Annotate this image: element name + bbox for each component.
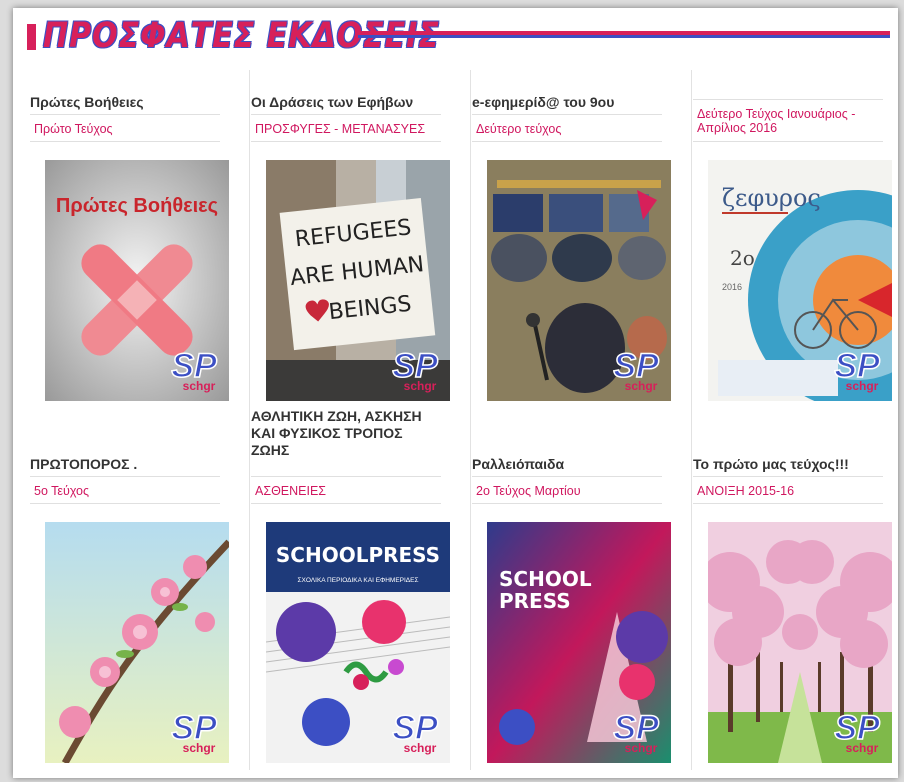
issue-link[interactable]: ΠΡΟΣΦΥΓΕΣ - ΜΕΤΑΝΑΣΥΕΣ (255, 122, 443, 136)
publication-title[interactable]: ΠΡΩΤΟΠΟΡΟΣ . (30, 456, 222, 473)
divider (472, 114, 662, 115)
svg-text:2ο: 2ο (730, 246, 755, 270)
divider (472, 476, 662, 477)
issue-link[interactable]: ΑΝΟΙΞΗ 2015-16 (697, 484, 885, 498)
svg-text:PRESS: PRESS (499, 589, 571, 613)
issue-link[interactable]: Δεύτερο Τεύχος Ιανουάριος - Απρίλιος 201… (697, 107, 885, 135)
sp-logo: SPschgr (613, 346, 660, 393)
sp-logo: SPschgr (834, 708, 881, 755)
sp-logo: SPschgr (834, 346, 881, 393)
publication-title[interactable]: Πρώτες Βοήθειες (30, 94, 222, 111)
publication-title[interactable]: ΑΘΛΗΤΙΚΗ ΖΩΗ, ΑΣΚΗΣΗ ΚΑΙ ΦΥΣΙΚΟΣ ΤΡΟΠΟΣ … (251, 408, 443, 459)
divider (693, 99, 883, 100)
svg-text:schgr: schgr (625, 379, 658, 393)
divider (251, 114, 441, 115)
publication-title[interactable]: Οι Δράσεις των Εφήβων (251, 94, 443, 111)
sp-logo: SPschgr (613, 708, 660, 755)
svg-text:schgr: schgr (183, 379, 216, 393)
publication-cover[interactable]: SP schgr (708, 522, 892, 763)
issue-link[interactable]: 2ο Τεύχος Μαρτίου (476, 484, 664, 498)
cover-text: SCHOOL (499, 567, 592, 591)
column-separator (470, 70, 471, 770)
sp-logo: SPschgr (392, 346, 439, 393)
header-underline-blue (358, 35, 890, 38)
publication-cover[interactable]: Πρώτες Βοήθειες SP schgr (45, 160, 229, 401)
divider (30, 503, 220, 504)
divider (251, 476, 441, 477)
cover-text: Πρώτες Βοήθειες (56, 195, 218, 217)
issue-link[interactable]: Δεύτερο τεύχος (476, 122, 664, 136)
divider (472, 141, 662, 142)
publication-cover[interactable]: SCHOOLPRESS ΣΧΟΛΙΚΑ ΠΕΡΙΟΔΙΚΑ ΚΑΙ ΕΦΗΜΕΡ… (266, 522, 450, 763)
svg-text:ΣΧΟΛΙΚΑ ΠΕΡΙΟΔΙΚΑ ΚΑΙ ΕΦΗΜΕΡΙΔ: ΣΧΟΛΙΚΑ ΠΕΡΙΟΔΙΚΑ ΚΑΙ ΕΦΗΜΕΡΙΔΕΣ (298, 577, 419, 584)
publication-title[interactable]: e-εφημερίδ@ του 9ου (472, 94, 664, 111)
svg-text:schgr: schgr (404, 741, 437, 755)
publication-cover[interactable]: REFUGEES ARE HUMAN BEINGS SP schgr (266, 160, 450, 401)
column-separator (249, 70, 250, 770)
svg-text:schgr: schgr (404, 379, 437, 393)
divider (251, 141, 441, 142)
publication-title[interactable]: Ραλλειόπαιδα (472, 456, 664, 473)
svg-text:schgr: schgr (625, 741, 658, 755)
divider (30, 141, 220, 142)
divider (30, 476, 220, 477)
publication-title[interactable]: Το πρώτο μας τεύχος!!! (693, 456, 885, 473)
issue-link[interactable]: ΑΣΘΕΝΕΙΕΣ (255, 484, 443, 498)
column-separator (691, 70, 692, 770)
svg-text:schgr: schgr (846, 741, 879, 755)
sp-logo: SPschgr (171, 346, 218, 393)
divider (693, 141, 883, 142)
publication-cover[interactable]: SP schgr (45, 522, 229, 763)
divider (30, 114, 220, 115)
header-accent-bar (27, 24, 36, 50)
sp-logo: SPschgr (392, 708, 439, 755)
publication-cover[interactable]: ζεφυρος 2ο 2016 SP schgr (708, 160, 892, 401)
svg-text:schgr: schgr (183, 741, 216, 755)
issue-link[interactable]: Πρώτο Τεύχος (34, 122, 222, 136)
divider (251, 503, 441, 504)
issue-link[interactable]: 5ο Τεύχος (34, 484, 222, 498)
cover-text: ζεφυρος (722, 184, 821, 212)
section-header: ΠΡΟΣΦΑΤΕΣ ΕΚΔΟΣΕΙΣ (13, 8, 898, 58)
divider (693, 503, 883, 504)
divider (472, 503, 662, 504)
divider (693, 476, 883, 477)
cover-text: SCHOOLPRESS (276, 543, 440, 567)
svg-text:2016: 2016 (722, 282, 742, 292)
svg-text:schgr: schgr (846, 379, 879, 393)
publication-cover[interactable]: SCHOOL PRESS SP schgr (487, 522, 671, 763)
publication-cover[interactable]: SP schgr (487, 160, 671, 401)
sp-logo: SPschgr (171, 708, 218, 755)
recent-publications-panel: ΠΡΟΣΦΑΤΕΣ ΕΚΔΟΣΕΙΣ Πρώτες Βοήθειες Πρώτο… (13, 8, 898, 778)
